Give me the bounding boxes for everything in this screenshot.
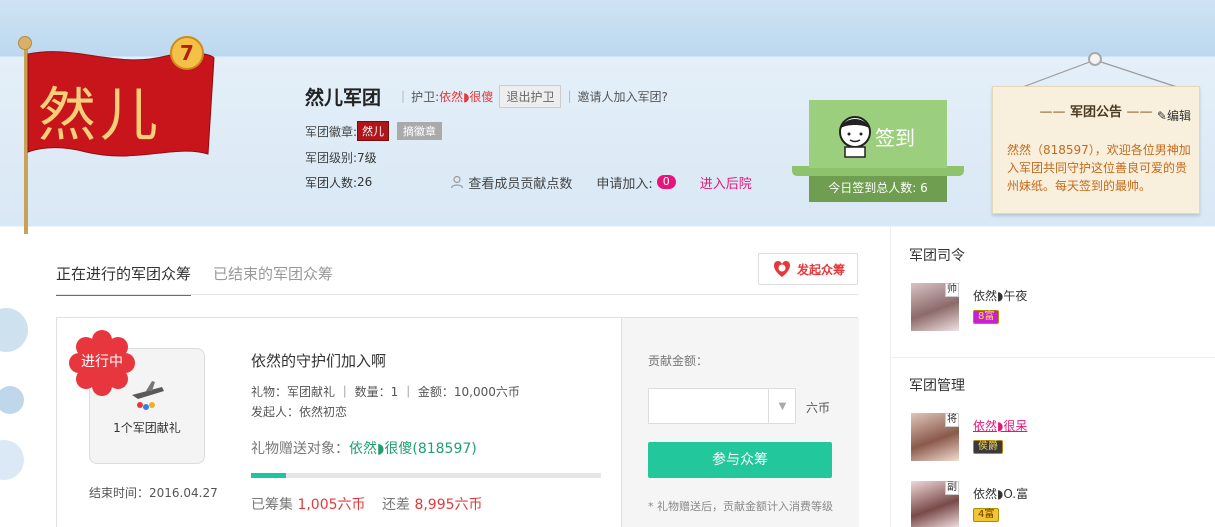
- status-badge: 进行中: [81, 354, 123, 370]
- join-crowdfund-button[interactable]: 参与众筹: [648, 442, 832, 478]
- sidebar: 军团司令 帅 依然◗午夜 8富 军团管理 将 依然◗很呆 侯爵 副 依然◗O.富…: [890, 227, 1215, 527]
- group-badge: 然儿: [357, 121, 390, 141]
- manager-member[interactable]: 将 依然◗很呆 侯爵: [911, 413, 1027, 461]
- group-name: 然儿军团: [305, 86, 382, 109]
- level-badge: 侯爵: [973, 440, 1003, 454]
- group-flag: 然儿 7: [14, 36, 215, 236]
- gift-target: 礼物赠送对象：依然◗很傻(818597): [251, 438, 477, 458]
- member-name[interactable]: 依然◗午夜: [973, 287, 1027, 304]
- level-badge: 4富: [973, 508, 1000, 522]
- commander-title: 军团司令: [909, 248, 965, 264]
- contribute-panel: 贡献金额： ▼ 六币 参与众筹 * 礼物赠送后，贡献金额计入消费等级: [621, 318, 859, 527]
- commander-member[interactable]: 帅 依然◗午夜 8富: [911, 283, 1027, 331]
- avatar[interactable]: 副: [911, 481, 959, 527]
- invite-link[interactable]: 邀请人加入军团?: [578, 88, 668, 105]
- notice-edit-label: 编辑: [1166, 109, 1191, 123]
- progress-bar: [251, 473, 601, 478]
- crowdfund-tabs: 正在进行的军团众筹 已结束的军团众筹: [56, 263, 355, 296]
- progress-fill: [251, 473, 287, 478]
- notice-title-text: 军团公告: [1069, 105, 1122, 120]
- badge-label: 军团徽章:: [305, 124, 358, 139]
- gift-target-label: 礼物赠送对象：: [251, 441, 349, 457]
- checkin-widget[interactable]: 签到 今日签到总人数: 6: [792, 100, 964, 202]
- count-label: 军团人数:: [305, 175, 358, 190]
- end-time: 结束时间：2016.04.27: [89, 486, 218, 500]
- group-header: 然儿军团 | 护卫: 依然◗很傻 退出护卫 | 邀请人加入军团? 军团徽章: 然…: [305, 82, 805, 192]
- separator: |: [401, 89, 406, 103]
- count-value: 26: [357, 175, 373, 189]
- role-badge: 将: [945, 413, 959, 427]
- project-meta: 礼物：军团献礼 ｜ 数量：1 ｜ 金额：10,000六币 发起人：依然初恋: [251, 382, 520, 422]
- mascot-icon: [839, 116, 871, 158]
- person-icon: [451, 175, 464, 189]
- raised-value: 1,005六币: [297, 497, 366, 513]
- view-stats-label: 查看成员贡献点数: [468, 176, 573, 192]
- level-label: 军团级别:: [305, 150, 358, 165]
- level-value: 7级: [357, 150, 377, 165]
- flag-title: 然儿: [38, 81, 163, 149]
- gift-target-value: 依然◗很傻(818597): [349, 441, 477, 457]
- contribute-label: 贡献金额：: [648, 354, 709, 368]
- checkin-today-label: 今日签到总人数:: [828, 181, 917, 195]
- chevron-down-icon[interactable]: ▼: [768, 388, 796, 424]
- heart-gift-icon: [773, 261, 791, 277]
- enter-backyard-link[interactable]: 进入后院: [700, 173, 752, 192]
- avatar[interactable]: 将: [911, 413, 959, 461]
- notice-edit-button[interactable]: ✎编辑: [1157, 107, 1191, 124]
- guard-label: 护卫:: [411, 89, 440, 104]
- guard-name[interactable]: 依然◗很傻: [439, 88, 493, 105]
- checkin-today-count: 今日签到总人数: 6: [809, 176, 947, 202]
- launch-label: 发起众筹: [796, 262, 845, 277]
- view-stats-link[interactable]: 查看成员贡献点数: [450, 173, 572, 192]
- apply-count-badge: 0: [656, 175, 676, 189]
- apply-label: 申请加入:: [596, 176, 653, 192]
- apply-join[interactable]: 申请加入: 0: [596, 173, 676, 192]
- remove-badge-button[interactable]: 摘徽章: [397, 122, 443, 140]
- flag-level-badge: 7: [170, 36, 204, 70]
- project-title: 依然的守护们加入啊: [251, 352, 387, 370]
- pencil-icon: ✎: [1156, 109, 1167, 123]
- tab-divider: [56, 294, 858, 295]
- project-initiator: 发起人：依然初恋: [251, 405, 348, 419]
- checkin-today-value: 6: [920, 181, 928, 195]
- notice-body: 然然（818597），欢迎各位男神加入军团共同守护这位善良可爱的贵州妹纸。每天签…: [1007, 143, 1191, 193]
- main-panel: 正在进行的军团众筹 已结束的军团众筹 发起众筹 1个军团献礼 进行中 结束时间：…: [28, 227, 890, 527]
- launch-crowdfund-button[interactable]: 发起众筹: [758, 253, 858, 285]
- checkin-button[interactable]: 签到: [809, 100, 947, 168]
- level-badge: 8富: [973, 310, 1000, 324]
- role-badge: 副: [945, 481, 959, 495]
- tab-ended[interactable]: 已结束的军团众筹: [213, 263, 333, 296]
- gift-caption: 1个军团献礼: [113, 421, 181, 435]
- member-name[interactable]: 依然◗O.富: [973, 485, 1028, 502]
- remain-value: 8,995六币: [414, 497, 483, 513]
- divider: [891, 357, 1215, 358]
- project-gift-info: 礼物：军团献礼 ｜ 数量：1 ｜ 金额：10,000六币: [251, 385, 520, 399]
- contribute-unit: 六币: [806, 401, 831, 415]
- tab-ongoing[interactable]: 正在进行的军团众筹: [56, 263, 192, 296]
- role-badge: 帅: [945, 283, 959, 297]
- raised-summary: 已筹集 1,005六币 还差 8,995六币: [251, 494, 483, 514]
- crowdfund-card: 1个军团献礼 进行中 结束时间：2016.04.27 依然的守护们加入啊 礼物：…: [56, 317, 859, 527]
- separator: |: [567, 89, 572, 103]
- exit-guard-button[interactable]: 退出护卫: [499, 84, 562, 108]
- group-notice: —— 军团公告 —— ✎编辑 然然（818597），欢迎各位男神加入军团共同守护…: [992, 86, 1200, 214]
- avatar[interactable]: 帅: [911, 283, 959, 331]
- notice-pin-icon: [1088, 52, 1102, 66]
- checkin-label: 签到: [875, 126, 915, 150]
- contribute-note: * 礼物赠送后，贡献金额计入消费等级: [648, 500, 833, 513]
- management-title: 军团管理: [909, 378, 965, 394]
- raised-label: 已筹集: [251, 497, 293, 513]
- member-name[interactable]: 依然◗很呆: [973, 417, 1027, 434]
- remain-label: 还差: [382, 497, 410, 513]
- manager-member[interactable]: 副 依然◗O.富 4富: [911, 481, 1028, 527]
